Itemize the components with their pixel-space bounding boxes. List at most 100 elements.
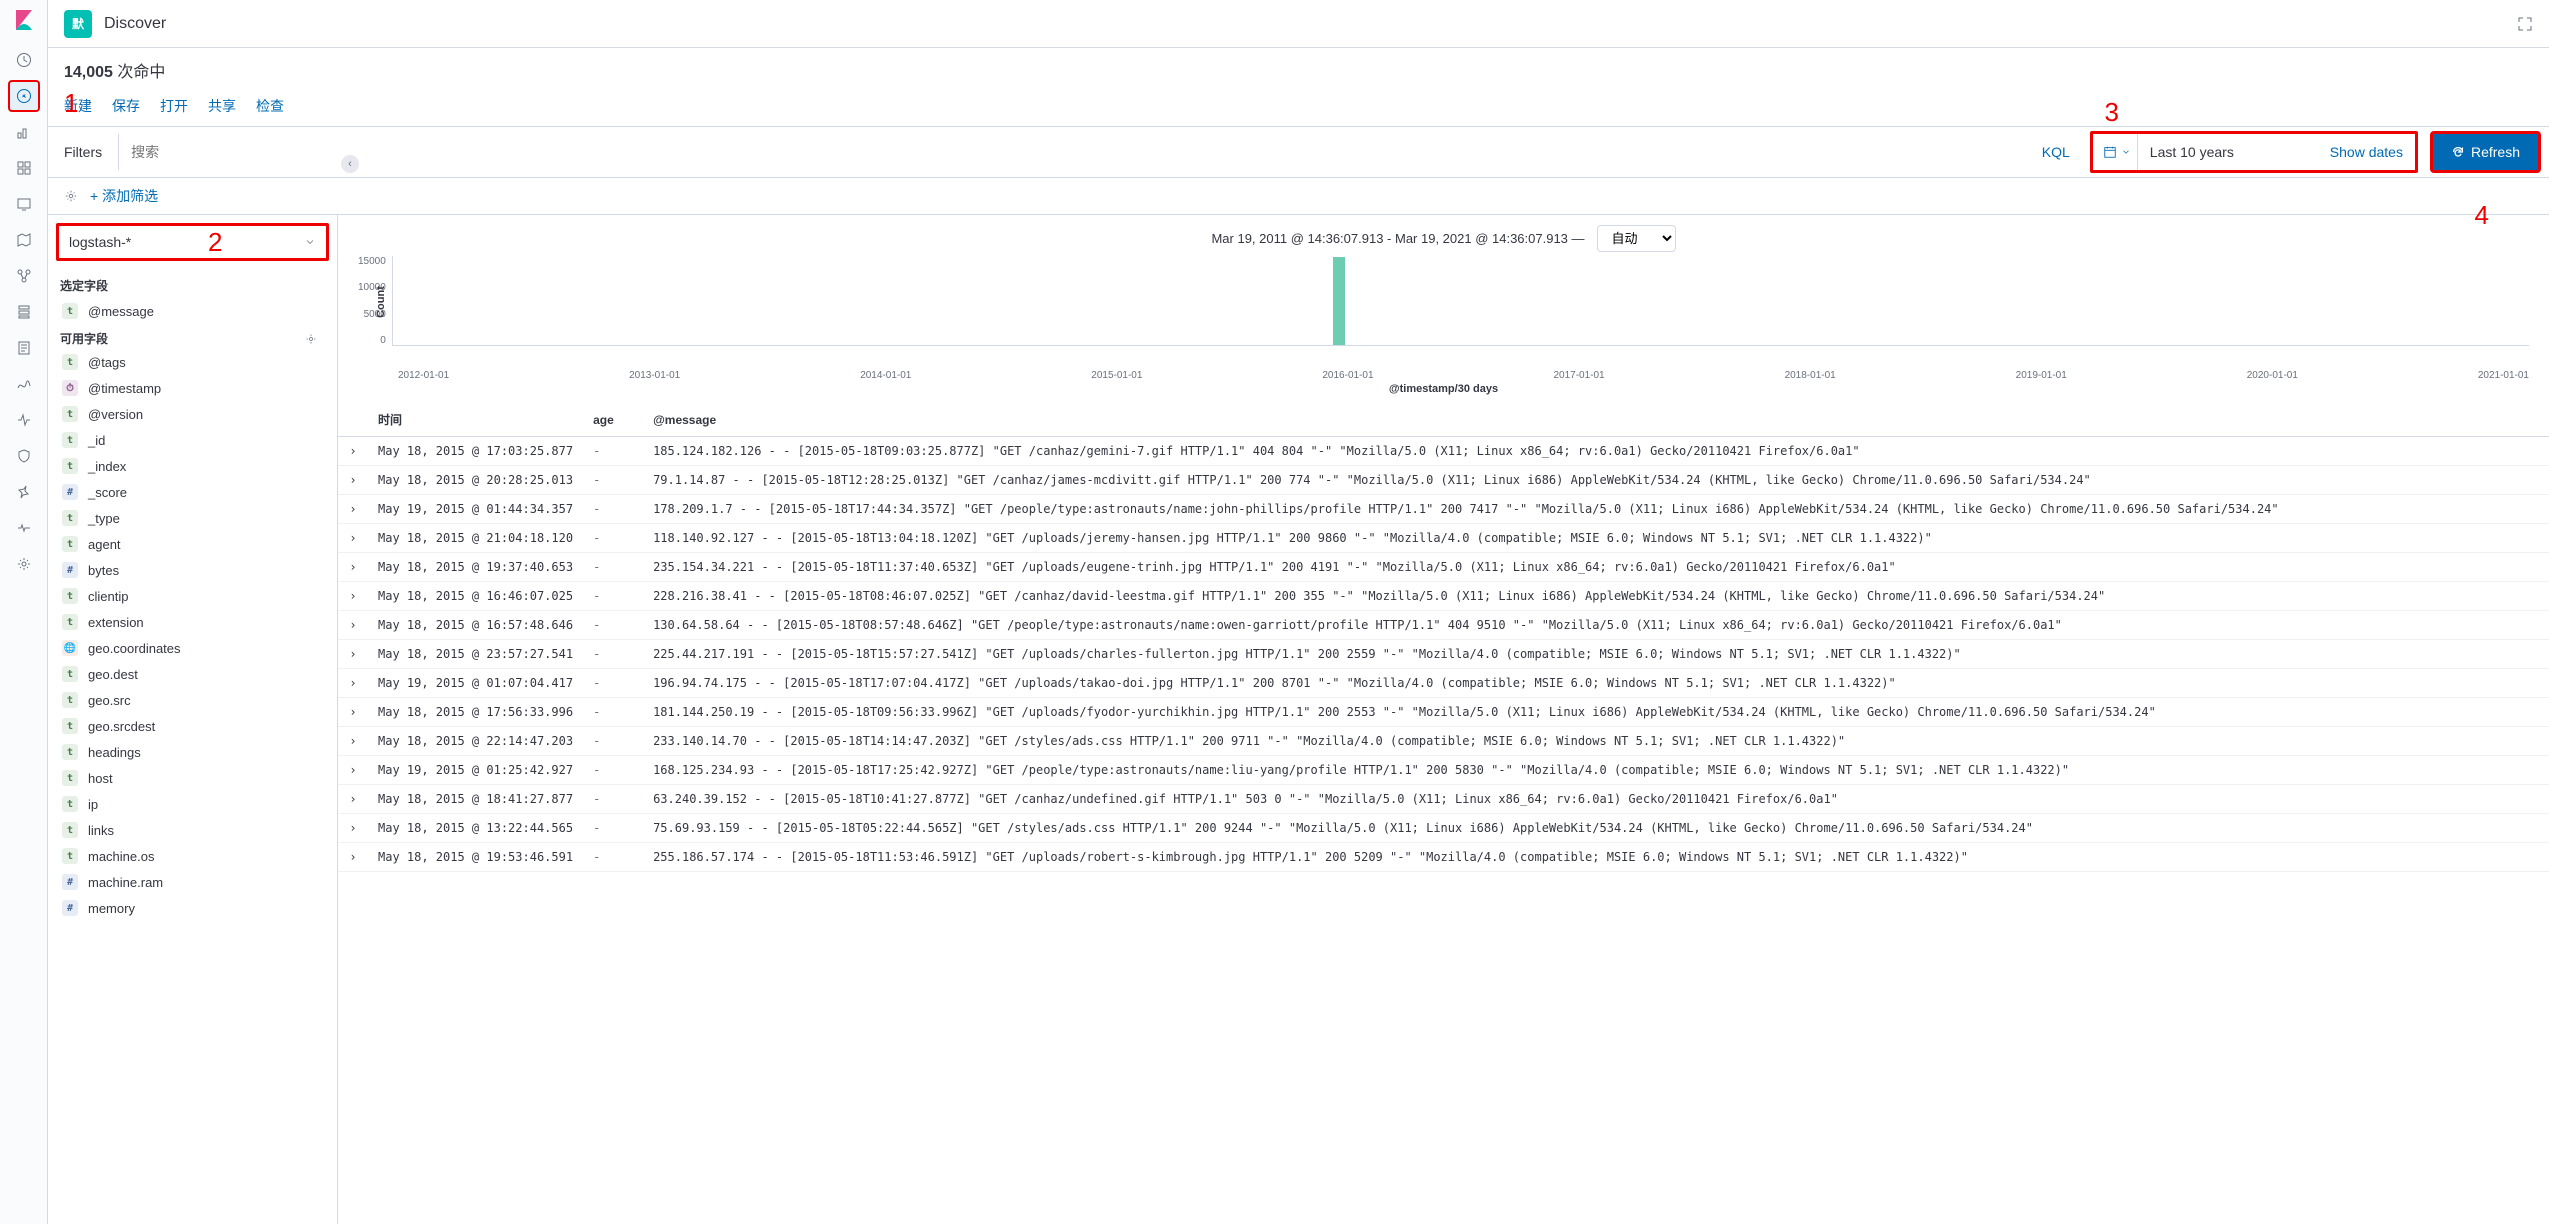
interval-select[interactable]: 自动 xyxy=(1597,225,1676,252)
field-_index[interactable]: t_index xyxy=(52,453,333,479)
menu-open[interactable]: 打开 xyxy=(160,96,188,116)
field-headings[interactable]: theadings xyxy=(52,739,333,765)
field-_score[interactable]: #_score xyxy=(52,479,333,505)
field-type-icon: t xyxy=(62,718,78,734)
field-@tags[interactable]: t@tags xyxy=(52,349,333,375)
cell-age: - xyxy=(583,669,643,698)
expand-row-icon[interactable]: › xyxy=(338,814,368,843)
expand-row-icon[interactable]: › xyxy=(338,669,368,698)
col-message[interactable]: @message xyxy=(643,403,2549,437)
nav-monitoring-icon[interactable] xyxy=(8,512,40,544)
expand-row-icon[interactable]: › xyxy=(338,582,368,611)
field-type-icon: t xyxy=(62,536,78,552)
field-ip[interactable]: tip xyxy=(52,791,333,817)
date-picker[interactable]: Last 10 years Show dates xyxy=(2090,131,2418,173)
expand-row-icon[interactable]: › xyxy=(338,524,368,553)
filters-tab[interactable]: Filters xyxy=(48,134,119,170)
nav-canvas-icon[interactable] xyxy=(8,188,40,220)
nav-recent-icon[interactable] xyxy=(8,44,40,76)
field-geo.srcdest[interactable]: t geo.srcdest xyxy=(52,713,333,739)
nav-siem-icon[interactable] xyxy=(8,440,40,472)
nav-infra-icon[interactable] xyxy=(8,296,40,328)
expand-row-icon[interactable]: › xyxy=(338,495,368,524)
chevron-down-icon xyxy=(304,236,316,248)
kql-toggle[interactable]: KQL xyxy=(2026,144,2086,160)
field-clientip[interactable]: tclientip xyxy=(52,583,333,609)
cell-time: May 19, 2015 @ 01:44:34.357 xyxy=(368,495,583,524)
space-badge[interactable]: 默 xyxy=(64,10,92,38)
field-type-icon: t xyxy=(62,588,78,604)
field-name: host xyxy=(88,771,113,786)
nav-ml-icon[interactable] xyxy=(8,260,40,292)
nav-logs-icon[interactable] xyxy=(8,332,40,364)
y-axis-label: Count xyxy=(375,286,387,318)
cell-message: 118.140.92.127 - - [2015-05-18T13:04:18.… xyxy=(643,524,2549,553)
nav-devtools-icon[interactable] xyxy=(8,476,40,508)
field-name: geo.dest xyxy=(88,667,138,682)
kibana-logo-icon[interactable] xyxy=(12,8,36,32)
expand-row-icon[interactable]: › xyxy=(338,437,368,466)
field-bytes[interactable]: #bytes xyxy=(52,557,333,583)
field-host[interactable]: thost xyxy=(52,765,333,791)
field-extension[interactable]: textension xyxy=(52,609,333,635)
expand-row-icon[interactable]: › xyxy=(338,756,368,785)
expand-row-icon[interactable]: › xyxy=(338,611,368,640)
field-type-icon: 🌐 xyxy=(62,640,78,656)
expand-row-icon[interactable]: › xyxy=(338,843,368,872)
topbar: 默 Discover xyxy=(48,0,2549,48)
expand-row-icon[interactable]: › xyxy=(338,553,368,582)
field-_id[interactable]: t_id xyxy=(52,427,333,453)
field-@message[interactable]: t@message xyxy=(52,298,333,324)
field-links[interactable]: tlinks xyxy=(52,817,333,843)
field-geo.src[interactable]: tgeo.src xyxy=(52,687,333,713)
field-machine.ram[interactable]: #machine.ram xyxy=(52,869,333,895)
field-geo.coordinates[interactable]: 🌐geo.coordinates xyxy=(52,635,333,661)
cell-time: May 18, 2015 @ 22:14:47.203 xyxy=(368,727,583,756)
field-name: bytes xyxy=(88,563,119,578)
cell-message: 225.44.217.191 - - [2015-05-18T15:57:27.… xyxy=(643,640,2549,669)
col-age[interactable]: age xyxy=(583,403,643,437)
expand-row-icon[interactable]: › xyxy=(338,466,368,495)
menu-inspect[interactable]: 检查 xyxy=(256,96,284,116)
field-agent[interactable]: tagent xyxy=(52,531,333,557)
nav-uptime-icon[interactable] xyxy=(8,404,40,436)
x-axis-label: @timestamp/30 days xyxy=(358,381,2529,403)
menu-share[interactable]: 共享 xyxy=(208,96,236,116)
field-type-icon: t xyxy=(62,744,78,760)
cell-age: - xyxy=(583,553,643,582)
field-settings-icon[interactable] xyxy=(305,333,325,345)
filter-options-icon[interactable] xyxy=(64,189,78,203)
histogram-bar[interactable] xyxy=(1333,257,1345,345)
cell-age: - xyxy=(583,495,643,524)
expand-row-icon[interactable]: › xyxy=(338,640,368,669)
field-machine.os[interactable]: tmachine.os xyxy=(52,843,333,869)
nav-discover-icon[interactable] xyxy=(8,80,40,112)
refresh-button[interactable]: Refresh xyxy=(2430,131,2541,173)
cell-message: 196.94.74.175 - - [2015-05-18T17:07:04.4… xyxy=(643,669,2549,698)
fields-sidebar: logstash-* 2 选定字段 t@message 可用字段 t@tags⏱… xyxy=(48,215,338,1224)
nav-dashboard-icon[interactable] xyxy=(8,152,40,184)
field-_type[interactable]: t_type xyxy=(52,505,333,531)
field-memory[interactable]: #memory xyxy=(52,895,333,921)
field-name: geo.srcdest xyxy=(88,719,155,734)
nav-visualize-icon[interactable] xyxy=(8,116,40,148)
col-time[interactable]: 时间 xyxy=(368,403,583,437)
nav-maps-icon[interactable] xyxy=(8,224,40,256)
field-geo.dest[interactable]: tgeo.dest xyxy=(52,661,333,687)
expand-row-icon[interactable]: › xyxy=(338,698,368,727)
nav-management-icon[interactable] xyxy=(8,548,40,580)
field-name: ip xyxy=(88,797,98,812)
nav-apm-icon[interactable] xyxy=(8,368,40,400)
expand-row-icon[interactable]: › xyxy=(338,785,368,814)
field-@version[interactable]: t@version xyxy=(52,401,333,427)
menu-save[interactable]: 保存 xyxy=(112,96,140,116)
index-pattern-select[interactable]: logstash-* xyxy=(56,223,329,261)
expand-row-icon[interactable]: › xyxy=(338,727,368,756)
add-filter-button[interactable]: + 添加筛选 xyxy=(90,186,158,206)
annotation-3: 3 xyxy=(2105,97,2119,128)
search-input[interactable] xyxy=(119,134,2026,170)
field-type-icon: # xyxy=(62,900,78,916)
show-dates-link[interactable]: Show dates xyxy=(2318,144,2415,160)
field-@timestamp[interactable]: ⏱@timestamp xyxy=(52,375,333,401)
fullscreen-icon[interactable] xyxy=(2517,16,2533,32)
